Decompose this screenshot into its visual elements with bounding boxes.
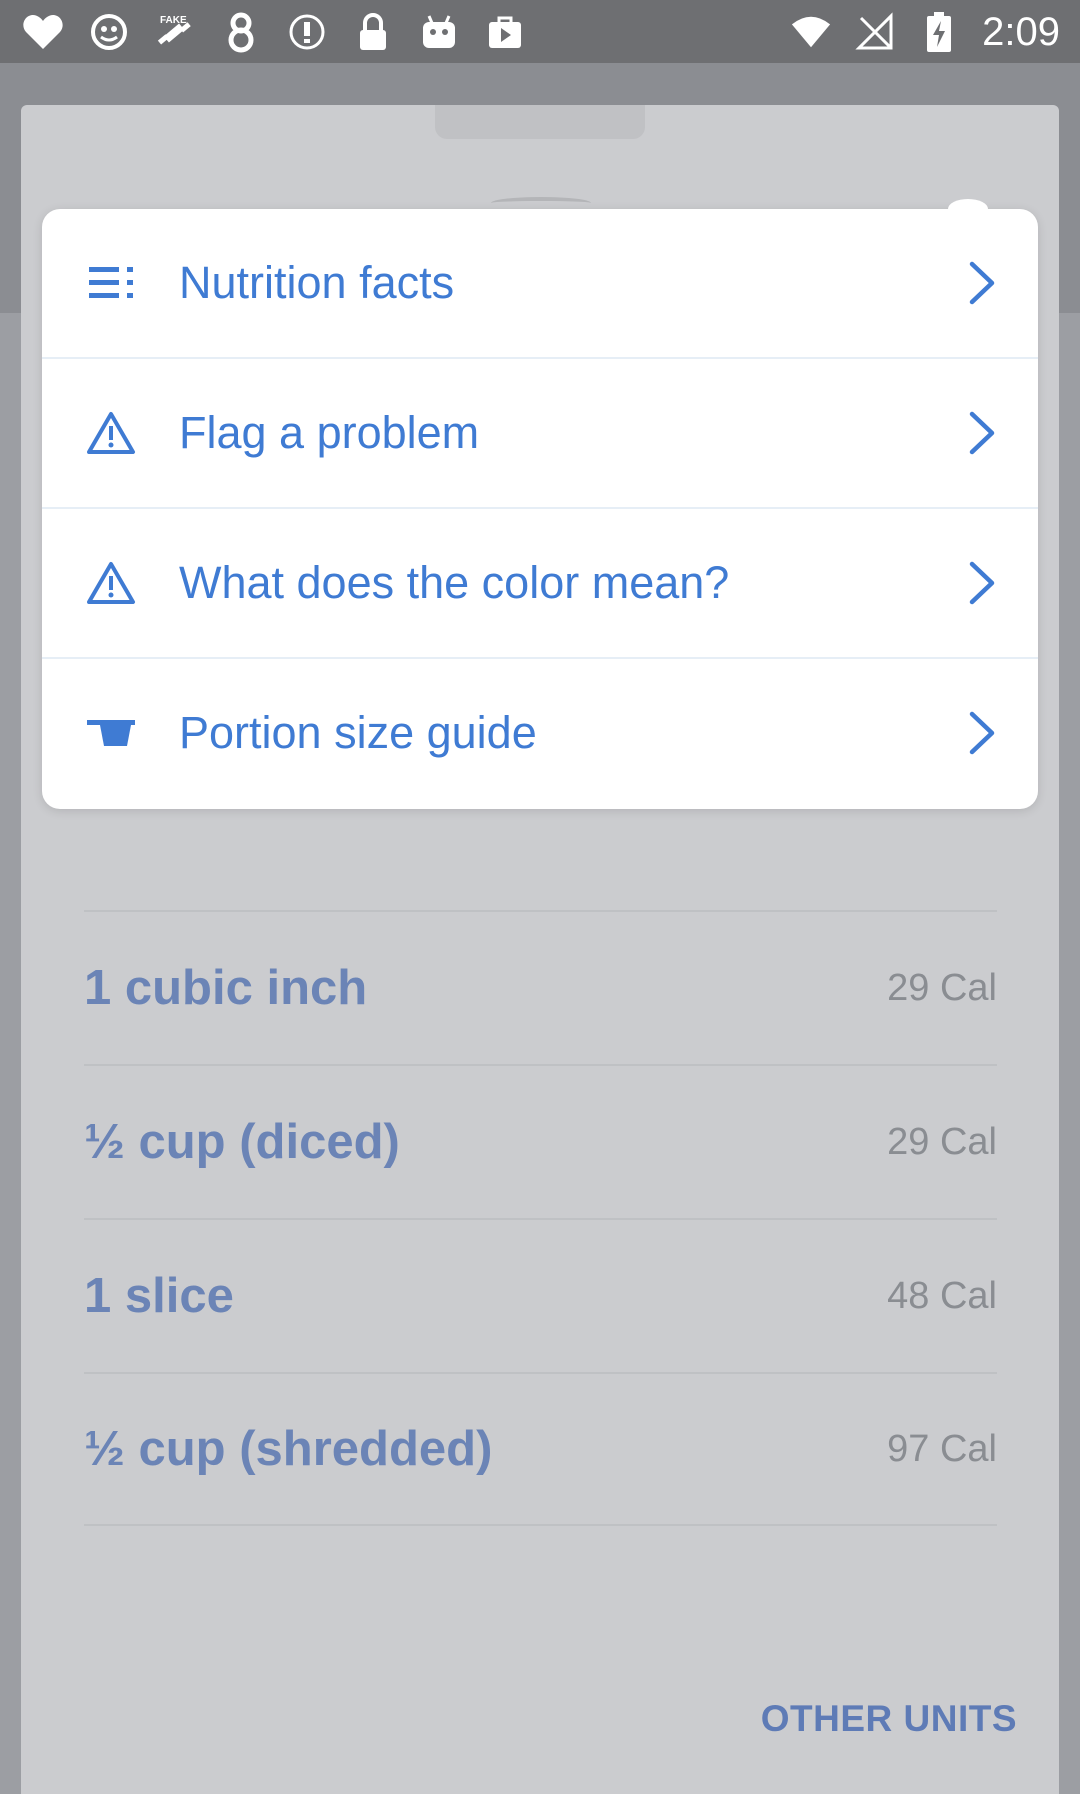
portion-row[interactable]: 1 slice 48 Cal (84, 1218, 997, 1372)
android-alien-icon (88, 11, 130, 53)
portion-calories: 97 Cal (887, 1427, 997, 1470)
portion-calories: 29 Cal (887, 1120, 997, 1163)
list-icon (86, 258, 136, 308)
portion-row[interactable]: 1 cubic inch 29 Cal (84, 910, 997, 1064)
sheet-drag-handle (435, 105, 645, 139)
portion-label: ½ cup (diced) (84, 1115, 400, 1169)
clock: 2:09 (982, 9, 1060, 54)
menu-item-color-meaning[interactable]: What does the color mean? (42, 509, 1038, 659)
portion-row[interactable]: ½ cup (diced) 29 Cal (84, 1064, 997, 1218)
chevron-right-icon (962, 408, 1002, 458)
lock-icon (352, 11, 394, 53)
menu-item-flag-a-problem[interactable]: Flag a problem (42, 359, 1038, 509)
no-signal-icon (854, 11, 896, 53)
fake-gps-icon: FAKE (154, 11, 196, 53)
portion-list: 1 cubic inch 29 Cal ½ cup (diced) 29 Cal… (84, 910, 997, 1526)
status-bar: FAKE 2:09 (0, 0, 1080, 63)
portion-calories: 48 Cal (887, 1274, 997, 1317)
chevron-right-icon (962, 558, 1002, 608)
portion-label: 1 cubic inch (84, 961, 368, 1015)
notification-icons: FAKE (22, 8, 526, 56)
android-icon (418, 11, 460, 53)
info-circle-icon (286, 11, 328, 53)
overflow-menu: Nutrition facts Flag a problem What does… (42, 199, 1038, 809)
menu-item-label: Portion size guide (179, 707, 537, 758)
system-icons: 2:09 (790, 8, 1060, 56)
svg-text:FAKE: FAKE (160, 15, 187, 26)
menu-item-nutrition-facts[interactable]: Nutrition facts (42, 209, 1038, 359)
portion-row[interactable]: ½ cup (shredded) 97 Cal (84, 1372, 997, 1526)
menu-item-label: What does the color mean? (179, 557, 730, 608)
chevron-right-icon (962, 258, 1002, 308)
portion-label: 1 slice (84, 1269, 234, 1323)
number-8-icon (220, 11, 262, 53)
portion-calories: 29 Cal (887, 966, 997, 1009)
menu-item-portion-size-guide[interactable]: Portion size guide (42, 659, 1038, 807)
menu-item-label: Flag a problem (179, 407, 480, 458)
wifi-icon (790, 11, 832, 53)
play-bag-icon (484, 11, 526, 53)
sheet-decoration (491, 197, 591, 209)
warning-icon (86, 558, 136, 608)
chevron-right-icon (962, 708, 1002, 758)
other-units-button[interactable]: OTHER UNITS (761, 1698, 1017, 1740)
portion-label: ½ cup (shredded) (84, 1422, 493, 1476)
bowl-icon (86, 708, 136, 758)
warning-icon (86, 408, 136, 458)
heart-icon (22, 11, 64, 53)
menu-item-label: Nutrition facts (179, 257, 455, 308)
battery-charging-icon (918, 11, 960, 53)
